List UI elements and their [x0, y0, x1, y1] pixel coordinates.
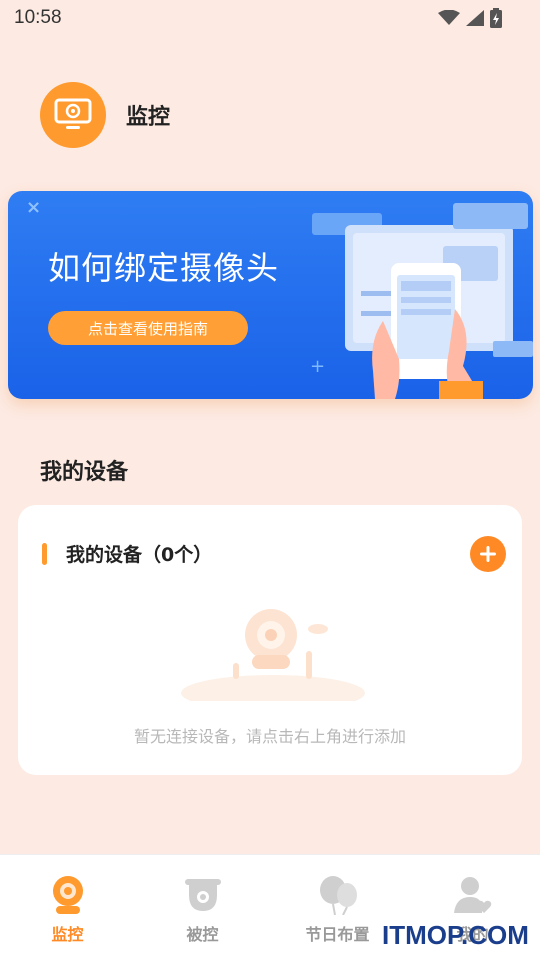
title-accent-bar [42, 543, 47, 565]
signal-icon [466, 10, 484, 26]
monitor-icon [54, 98, 92, 129]
banner-deco-x: × [26, 197, 42, 218]
balloon-icon [319, 876, 357, 915]
guide-banner[interactable]: × 如何绑定摄像头 点击查看使用指南 + [8, 191, 533, 399]
watermark-text: ITMOP.COM [382, 920, 529, 950]
add-device-button[interactable] [470, 536, 506, 572]
tab-controlled[interactable]: 被控 [135, 855, 270, 960]
tab-label: 监控 [51, 925, 84, 944]
user-heart-icon [453, 877, 491, 913]
plus-icon [480, 546, 496, 562]
device-card-title: 我的设备（0个） [66, 544, 213, 566]
device-card: 我的设备（0个） 暂无连接设备，请点击右上角进行添加 [18, 505, 522, 775]
battery-icon [490, 8, 502, 28]
phone-hands-illustration [312, 203, 533, 399]
tab-label: 被控 [186, 925, 219, 944]
banner-title: 如何绑定摄像头 [48, 249, 280, 287]
status-icons [438, 8, 502, 28]
empty-camera-illustration [181, 609, 365, 701]
tab-monitor[interactable]: 监控 [0, 855, 135, 960]
section-title: 我的设备 [40, 460, 129, 485]
dome-camera-icon [184, 879, 221, 911]
wifi-icon [438, 10, 460, 25]
tab-label: 节日布置 [305, 925, 370, 944]
empty-hint: 暂无连接设备，请点击右上角进行添加 [133, 727, 406, 746]
page-title: 监控 [126, 105, 171, 130]
camera-icon [52, 876, 83, 914]
status-bar: 10:58 [0, 0, 540, 36]
page-header: 监控 [40, 82, 170, 148]
view-guide-button[interactable]: 点击查看使用指南 [48, 311, 248, 345]
status-time: 10:58 [14, 7, 62, 28]
app-logo [40, 82, 106, 148]
